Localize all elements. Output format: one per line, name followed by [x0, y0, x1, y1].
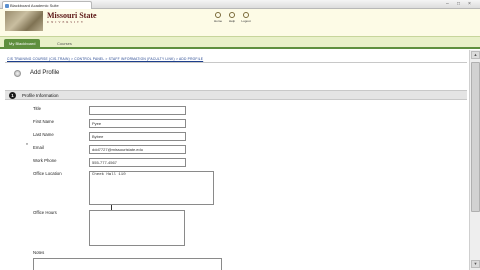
page-title: Add Profile [30, 70, 60, 76]
office-location-textarea[interactable]: Cheek Hall 110 [89, 171, 214, 205]
email-label: Email [33, 145, 44, 150]
page-favicon-icon [5, 4, 9, 8]
close-icon[interactable]: × [468, 1, 471, 8]
scroll-down-icon[interactable]: ▼ [471, 260, 480, 268]
last-name-label: Last Name [33, 132, 54, 137]
section-header: 1 Profile Information [5, 90, 467, 100]
window-titlebar: Blackboard Academic Suite – □ × [0, 0, 480, 9]
scroll-up-icon[interactable]: ▲ [471, 51, 480, 59]
title-label: Title [33, 106, 41, 111]
title-field[interactable] [89, 106, 186, 115]
maximize-icon[interactable]: □ [457, 1, 460, 8]
campus-photo [5, 11, 43, 31]
help-icon [229, 12, 235, 18]
logout-link-label: Logout [241, 19, 251, 23]
notes-label: Notes [33, 250, 45, 255]
office-hours-textarea[interactable] [89, 210, 185, 246]
home-icon [215, 12, 221, 18]
main-tabs: My Blackboard Courses [0, 36, 480, 49]
work-phone-label: Work Phone [33, 158, 57, 163]
breadcrumb[interactable]: CIS TRAINING COURSE (CIS-TRAIN) > CONTRO… [7, 57, 203, 61]
help-link[interactable]: Help [225, 12, 239, 23]
logo-main-text: Missouri State [47, 11, 97, 20]
browser-tab[interactable]: Blackboard Academic Suite [2, 1, 92, 9]
logout-icon [243, 12, 249, 18]
minimize-icon[interactable]: – [446, 1, 449, 8]
first-name-label: First Name [33, 119, 55, 124]
first-name-field[interactable]: Pyee [89, 119, 186, 128]
home-link[interactable]: Home [211, 12, 225, 23]
breadcrumb-divider [5, 62, 467, 63]
notes-textarea[interactable] [33, 258, 222, 270]
university-logo[interactable]: Missouri State UNIVERSITY [47, 11, 97, 24]
browser-tab-title: Blackboard Academic Suite [10, 3, 59, 8]
mouse-cursor [111, 205, 112, 210]
tab-my-blackboard[interactable]: My Blackboard [4, 39, 41, 49]
office-location-label: Office Location [33, 171, 62, 176]
vertical-scrollbar[interactable]: ▲ ▼ [469, 50, 480, 270]
site-header: Missouri State UNIVERSITY Home Help Logo… [0, 9, 480, 36]
last-name-field[interactable]: Bybee [89, 132, 186, 141]
logout-link[interactable]: Logout [239, 12, 253, 23]
help-link-label: Help [228, 19, 236, 23]
section-number-badge: 1 [9, 92, 16, 99]
required-indicator: * [26, 143, 28, 149]
add-profile-icon [14, 70, 21, 77]
email-field[interactable]: ddd7727@missouristate.edu [89, 145, 186, 154]
section-title: Profile Information [22, 93, 59, 98]
home-link-label: Home [213, 19, 222, 23]
tab-courses[interactable]: Courses [52, 39, 77, 49]
office-hours-label: Office Hours [33, 210, 57, 215]
work-phone-field[interactable]: 555-777-4567 [89, 158, 186, 167]
scroll-thumb[interactable] [471, 62, 480, 212]
logo-sub-text: UNIVERSITY [47, 20, 85, 24]
